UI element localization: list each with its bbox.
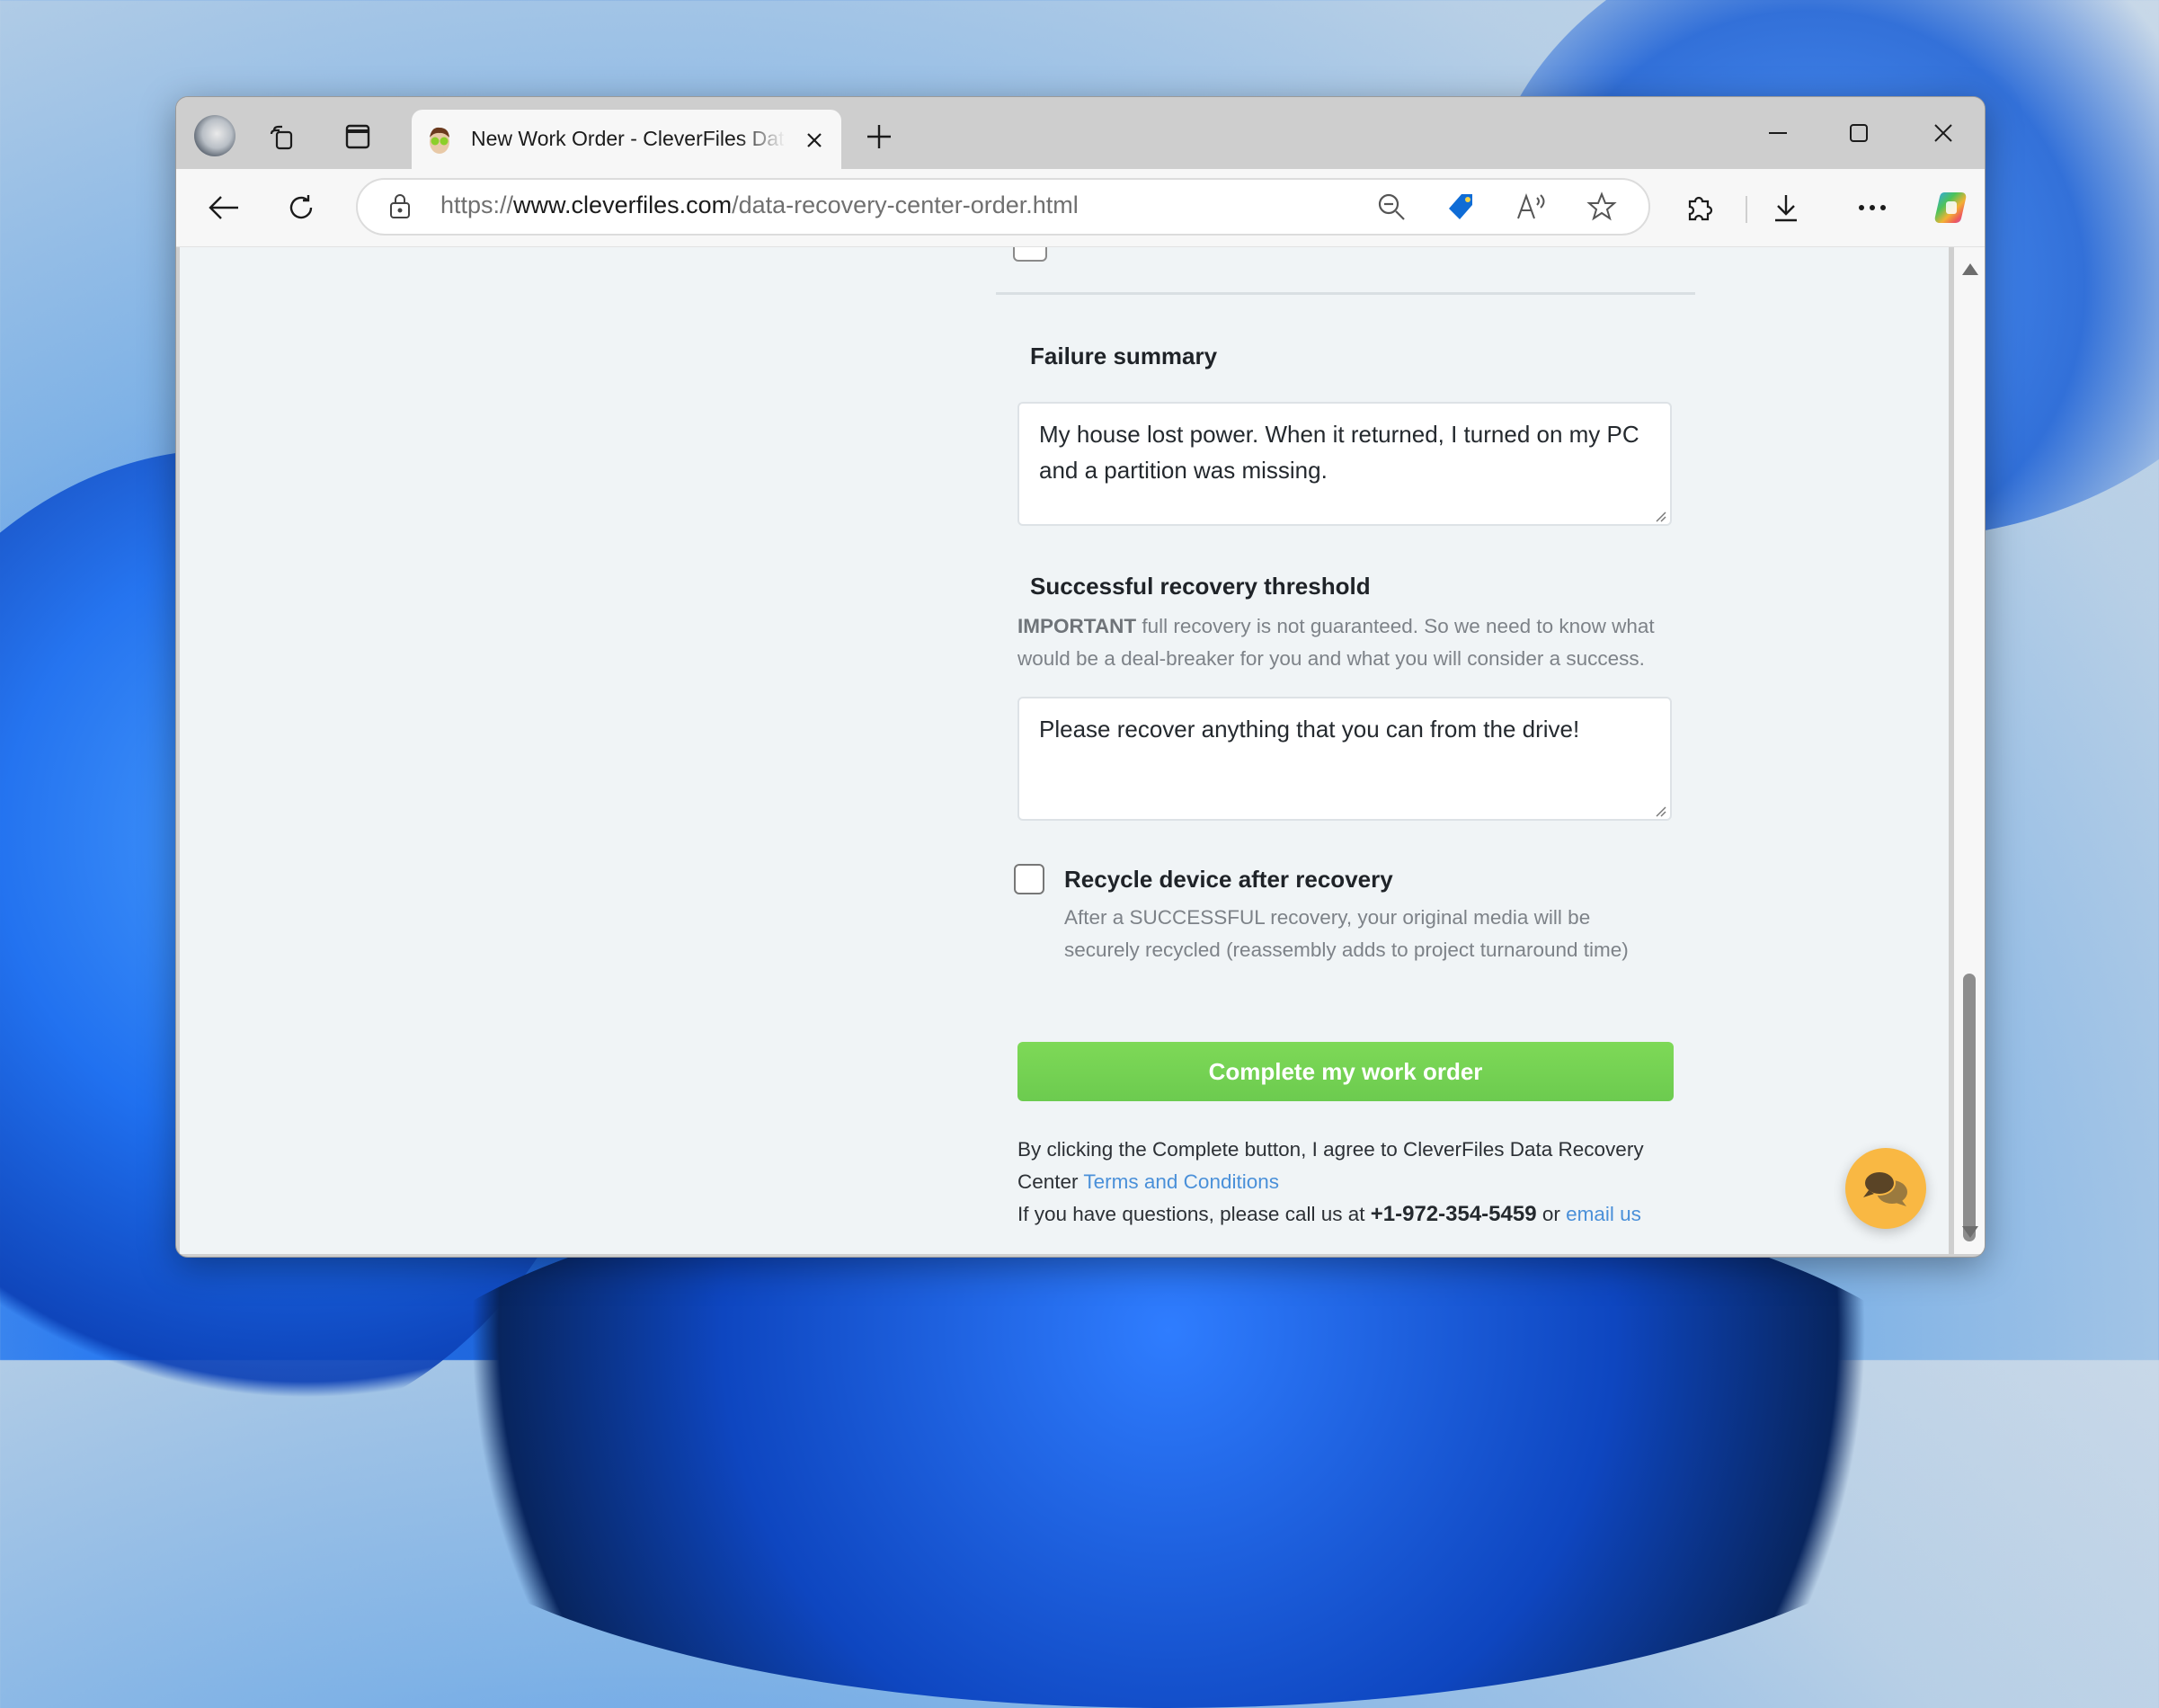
browser-toolbar: https://www.cleverfiles.com/data-recover… <box>176 169 1985 247</box>
plus-icon[interactable] <box>861 119 897 155</box>
url-scheme: https:// <box>440 191 514 218</box>
recycle-device-checkbox[interactable] <box>1014 864 1044 894</box>
minimize-icon[interactable] <box>1751 113 1805 153</box>
tab-title: New Work Order - CleverFiles Data Recove… <box>471 127 786 150</box>
maximize-icon[interactable] <box>1832 113 1886 153</box>
complete-work-order-button[interactable]: Complete my work order <box>1017 1042 1674 1101</box>
tab-bar: New Work Order - CleverFiles Data Recove… <box>176 97 1985 173</box>
close-tab-icon[interactable] <box>800 126 829 155</box>
previous-checkbox[interactable] <box>1013 247 1047 262</box>
terms-agreement-text: By clicking the Complete button, I agree… <box>1017 1134 1665 1198</box>
failure-summary-label: Failure summary <box>1030 342 1218 369</box>
workspaces-icon[interactable] <box>262 117 302 156</box>
failure-summary-textarea[interactable] <box>1017 402 1672 526</box>
url-host: www.cleverfiles.com <box>513 191 733 218</box>
shopping-tag-icon[interactable] <box>1444 189 1479 225</box>
browser-window: New Work Order - CleverFiles Data Recove… <box>175 96 1986 1258</box>
download-icon[interactable] <box>1765 187 1807 228</box>
recycle-device-help: After a SUCCESSFUL recovery, your origin… <box>1064 906 1629 961</box>
ellipsis-icon[interactable] <box>1852 187 1893 228</box>
chat-widget-button[interactable] <box>1845 1148 1926 1229</box>
toolbar-divider <box>1746 196 1747 223</box>
url-path: /data-recovery-center-order.html <box>732 191 1079 218</box>
scrollbar-thumb[interactable] <box>1963 974 1976 1241</box>
vertical-tabs-icon[interactable] <box>338 117 378 156</box>
star-icon[interactable] <box>1584 189 1620 225</box>
section-divider <box>996 292 1695 295</box>
or-text: or <box>1536 1203 1567 1225</box>
questions-text: If you have questions, please call us at <box>1017 1203 1371 1225</box>
recovery-threshold-label: Successful recovery threshold <box>1030 573 1371 600</box>
contact-text: If you have questions, please call us at… <box>1017 1198 1701 1231</box>
lock-icon[interactable] <box>388 192 412 224</box>
vertical-scrollbar[interactable] <box>1954 247 1985 1254</box>
resize-grip-icon[interactable] <box>1654 805 1666 817</box>
email-link[interactable]: email us <box>1566 1203 1641 1225</box>
back-arrow-icon[interactable] <box>203 187 244 228</box>
url-text[interactable]: https://www.cleverfiles.com/data-recover… <box>440 191 1079 219</box>
terms-link[interactable]: Terms and Conditions <box>1083 1170 1279 1193</box>
phone-number[interactable]: +1-972-354-5459 <box>1371 1202 1537 1226</box>
page-viewport: Failure summary Successful recovery thre… <box>180 247 1949 1254</box>
profile-avatar[interactable] <box>194 115 235 156</box>
scroll-down-arrow-icon[interactable] <box>1962 1226 1978 1238</box>
read-aloud-icon[interactable] <box>1514 189 1550 225</box>
puzzle-icon[interactable] <box>1679 187 1720 228</box>
close-window-icon[interactable] <box>1916 113 1970 153</box>
important-label: IMPORTANT <box>1017 615 1137 637</box>
address-bar[interactable]: https://www.cleverfiles.com/data-recover… <box>356 178 1650 236</box>
cleverfiles-mascot-icon <box>426 125 453 156</box>
copilot-icon[interactable] <box>1931 187 1972 228</box>
recovery-threshold-textarea[interactable] <box>1017 697 1672 821</box>
tab-active[interactable]: New Work Order - CleverFiles Data Recove… <box>412 110 841 173</box>
recovery-threshold-help: IMPORTANT full recovery is not guarantee… <box>1017 610 1674 675</box>
refresh-icon[interactable] <box>280 187 322 228</box>
recycle-device-label[interactable]: Recycle device after recovery <box>1064 866 1393 894</box>
chat-bubbles-icon <box>1863 1170 1907 1206</box>
scroll-up-arrow-icon[interactable] <box>1962 263 1978 275</box>
zoom-out-icon[interactable] <box>1373 189 1409 225</box>
resize-grip-icon[interactable] <box>1654 510 1666 522</box>
